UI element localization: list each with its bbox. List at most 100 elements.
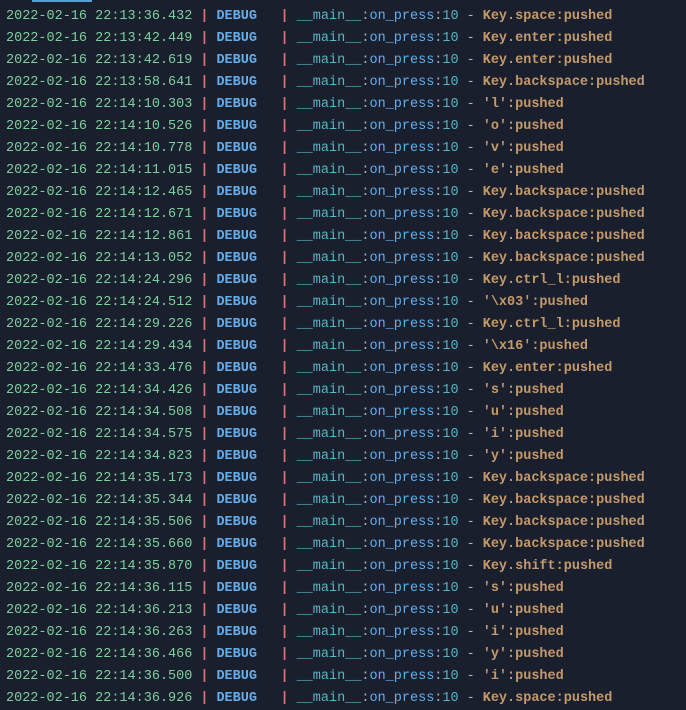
log-line: 2022-02-16 22:14:36.500|DEBUG|__main__:o… bbox=[6, 666, 686, 688]
separator: | bbox=[280, 666, 288, 688]
key-pressed: Key.enter bbox=[483, 50, 556, 72]
log-level: DEBUG bbox=[216, 116, 272, 138]
line-number: 10 bbox=[442, 534, 458, 556]
timestamp: 2022-02-16 22:14:11.015 bbox=[6, 160, 192, 182]
message-suffix: :pushed bbox=[507, 578, 564, 600]
log-output[interactable]: 2022-02-16 22:13:36.432|DEBUG|__main__:o… bbox=[6, 6, 686, 710]
message-suffix: :pushed bbox=[556, 28, 613, 50]
colon: : bbox=[434, 688, 442, 710]
key-pressed: 'i' bbox=[483, 424, 507, 446]
colon: : bbox=[361, 314, 369, 336]
line-number: 10 bbox=[442, 622, 458, 644]
message-suffix: :pushed bbox=[588, 534, 645, 556]
log-level: DEBUG bbox=[216, 468, 272, 490]
separator: | bbox=[200, 72, 208, 94]
log-level: DEBUG bbox=[216, 94, 272, 116]
key-pressed: Key.space bbox=[483, 688, 556, 710]
module-name: __main__ bbox=[297, 94, 362, 116]
log-line: 2022-02-16 22:14:36.213|DEBUG|__main__:o… bbox=[6, 600, 686, 622]
function-name: on_press bbox=[369, 578, 434, 600]
timestamp: 2022-02-16 22:14:12.465 bbox=[6, 182, 192, 204]
log-line: 2022-02-16 22:14:33.476|DEBUG|__main__:o… bbox=[6, 358, 686, 380]
dash: - bbox=[467, 446, 475, 468]
function-name: on_press bbox=[369, 94, 434, 116]
dash: - bbox=[467, 314, 475, 336]
line-number: 10 bbox=[442, 424, 458, 446]
separator: | bbox=[200, 314, 208, 336]
line-number: 10 bbox=[442, 402, 458, 424]
timestamp: 2022-02-16 22:14:34.823 bbox=[6, 446, 192, 468]
log-level: DEBUG bbox=[216, 534, 272, 556]
separator: | bbox=[200, 182, 208, 204]
key-pressed: Key.backspace bbox=[483, 534, 588, 556]
key-pressed: Key.backspace bbox=[483, 248, 588, 270]
timestamp: 2022-02-16 22:14:34.426 bbox=[6, 380, 192, 402]
log-level: DEBUG bbox=[216, 380, 272, 402]
timestamp: 2022-02-16 22:14:24.512 bbox=[6, 292, 192, 314]
timestamp: 2022-02-16 22:14:12.671 bbox=[6, 204, 192, 226]
key-pressed: Key.backspace bbox=[483, 182, 588, 204]
colon: : bbox=[361, 292, 369, 314]
timestamp: 2022-02-16 22:14:33.476 bbox=[6, 358, 192, 380]
message-suffix: :pushed bbox=[556, 50, 613, 72]
separator: | bbox=[200, 28, 208, 50]
message-suffix: :pushed bbox=[531, 292, 588, 314]
separator: | bbox=[280, 512, 288, 534]
colon: : bbox=[434, 292, 442, 314]
module-name: __main__ bbox=[297, 292, 362, 314]
key-pressed: 'l' bbox=[483, 94, 507, 116]
function-name: on_press bbox=[369, 446, 434, 468]
log-level: DEBUG bbox=[216, 688, 272, 710]
message-suffix: :pushed bbox=[564, 314, 621, 336]
line-number: 10 bbox=[442, 314, 458, 336]
dash: - bbox=[467, 512, 475, 534]
message-suffix: :pushed bbox=[507, 116, 564, 138]
separator: | bbox=[280, 204, 288, 226]
colon: : bbox=[361, 6, 369, 28]
separator: | bbox=[280, 490, 288, 512]
log-line: 2022-02-16 22:13:58.641|DEBUG|__main__:o… bbox=[6, 72, 686, 94]
line-number: 10 bbox=[442, 50, 458, 72]
timestamp: 2022-02-16 22:14:10.778 bbox=[6, 138, 192, 160]
message-suffix: :pushed bbox=[507, 424, 564, 446]
line-number: 10 bbox=[442, 28, 458, 50]
line-number: 10 bbox=[442, 490, 458, 512]
key-pressed: 'y' bbox=[483, 644, 507, 666]
message-suffix: :pushed bbox=[507, 160, 564, 182]
separator: | bbox=[200, 644, 208, 666]
colon: : bbox=[361, 28, 369, 50]
colon: : bbox=[434, 248, 442, 270]
colon: : bbox=[361, 534, 369, 556]
separator: | bbox=[280, 622, 288, 644]
function-name: on_press bbox=[369, 644, 434, 666]
separator: | bbox=[280, 358, 288, 380]
timestamp: 2022-02-16 22:13:42.449 bbox=[6, 28, 192, 50]
separator: | bbox=[200, 138, 208, 160]
timestamp: 2022-02-16 22:14:34.575 bbox=[6, 424, 192, 446]
timestamp: 2022-02-16 22:14:13.052 bbox=[6, 248, 192, 270]
function-name: on_press bbox=[369, 226, 434, 248]
timestamp: 2022-02-16 22:14:29.434 bbox=[6, 336, 192, 358]
module-name: __main__ bbox=[297, 688, 362, 710]
module-name: __main__ bbox=[297, 50, 362, 72]
message-suffix: :pushed bbox=[556, 6, 613, 28]
module-name: __main__ bbox=[297, 72, 362, 94]
colon: : bbox=[434, 600, 442, 622]
function-name: on_press bbox=[369, 534, 434, 556]
message-suffix: :pushed bbox=[556, 556, 613, 578]
log-line: 2022-02-16 22:14:11.015|DEBUG|__main__:o… bbox=[6, 160, 686, 182]
separator: | bbox=[200, 556, 208, 578]
log-level: DEBUG bbox=[216, 402, 272, 424]
function-name: on_press bbox=[369, 182, 434, 204]
separator: | bbox=[280, 578, 288, 600]
separator: | bbox=[200, 336, 208, 358]
separator: | bbox=[280, 314, 288, 336]
function-name: on_press bbox=[369, 512, 434, 534]
module-name: __main__ bbox=[297, 358, 362, 380]
module-name: __main__ bbox=[297, 182, 362, 204]
key-pressed: Key.backspace bbox=[483, 204, 588, 226]
colon: : bbox=[361, 644, 369, 666]
module-name: __main__ bbox=[297, 578, 362, 600]
timestamp: 2022-02-16 22:14:12.861 bbox=[6, 226, 192, 248]
colon: : bbox=[361, 72, 369, 94]
